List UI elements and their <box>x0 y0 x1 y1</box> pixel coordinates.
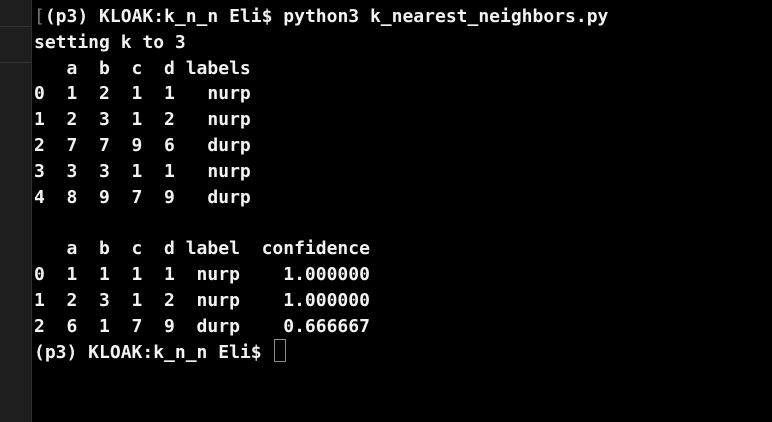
training-table-row: 1 2 3 1 2 nurp <box>34 109 251 131</box>
training-table-row: 4 8 9 7 9 durp <box>34 186 251 208</box>
result-table-row: 2 6 1 7 9 durp 0.666667 <box>34 315 370 337</box>
result-table-header: a b c d label confidence <box>34 238 370 260</box>
training-table-row: 0 1 2 1 1 nurp <box>34 83 251 105</box>
terminal-output[interactable]: [(p3) KLOAK:k_n_n Eli$ python3 k_nearest… <box>34 4 772 422</box>
training-table-row: 3 3 3 1 1 nurp <box>34 160 251 182</box>
shell-prompt: (p3) KLOAK:k_n_n Eli$ <box>34 342 273 364</box>
gutter-divider <box>0 26 31 27</box>
command-text: python3 k_nearest_neighbors.py <box>283 6 609 27</box>
result-table-row: 1 2 3 1 2 nurp 1.000000 <box>34 289 370 311</box>
command-line: [(p3) KLOAK:k_n_n Eli$ python3 k_nearest… <box>34 4 772 30</box>
shell-prompt: (p3) KLOAK:k_n_n Eli$ <box>44 6 284 27</box>
left-sidebar-gutter <box>0 0 32 422</box>
training-table-row: 2 7 7 9 6 durp <box>34 134 251 156</box>
result-table-row: 0 1 1 1 1 nurp 1.000000 <box>34 263 370 285</box>
status-line: setting k to 3 <box>34 31 186 53</box>
final-prompt-line[interactable]: (p3) KLOAK:k_n_n Eli$ <box>34 339 772 365</box>
terminal-window: [(p3) KLOAK:k_n_n Eli$ python3 k_nearest… <box>0 0 772 422</box>
text-cursor[interactable] <box>274 339 287 363</box>
training-table-header: a b c d labels <box>34 57 251 79</box>
gutter-divider <box>0 62 31 63</box>
line-marker: [ <box>34 6 45 27</box>
